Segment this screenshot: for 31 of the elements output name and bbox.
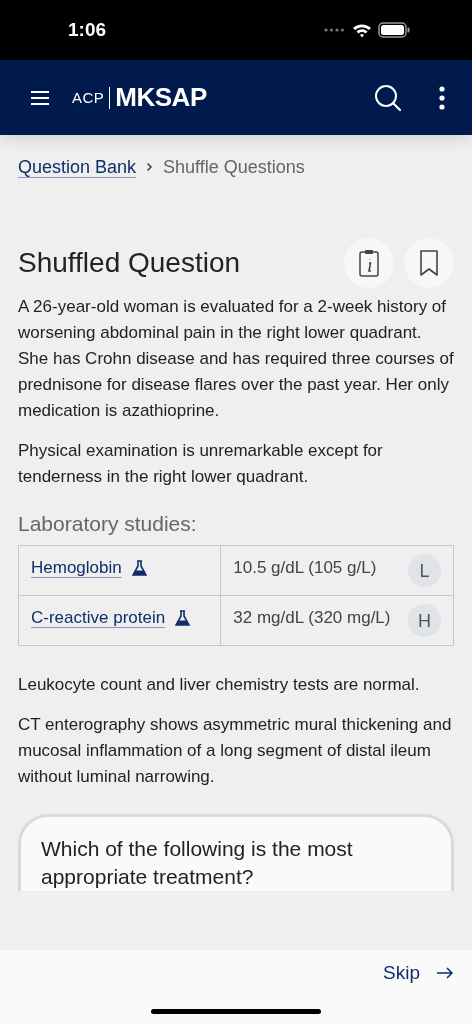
- lab-value: 10.5 g/dL (105 g/L): [233, 557, 377, 579]
- arrow-right-icon: [436, 967, 454, 979]
- menu-button[interactable]: [30, 89, 50, 106]
- breadcrumb-link[interactable]: Question Bank: [18, 156, 137, 178]
- clipboard-info-icon: [359, 249, 379, 277]
- lab-value: 32 mg/dL (320 mg/L): [233, 607, 391, 629]
- case-paragraph: A 26-year-old woman is evaluated for a 2-week history of worsening abdominal pain in the right lower quadrant. She has Crohn disease and has required three courses of prednisone for disease flares over the past year. Her only medication is azathioprine.: [18, 296, 454, 422]
- abnormal-flag: L: [408, 554, 441, 587]
- bookmark-button[interactable]: [404, 238, 454, 288]
- section-heading: Laboratory studies:: [18, 512, 198, 536]
- battery-icon: [378, 22, 410, 38]
- case-paragraph: Leukocyte count and liver chemistry tests are normal.: [18, 674, 421, 696]
- flask-icon[interactable]: [175, 610, 191, 626]
- search-button[interactable]: [374, 83, 402, 112]
- chevron-icon: [146, 162, 154, 172]
- skip-button[interactable]: Skip: [383, 962, 454, 984]
- more-options-button[interactable]: [438, 85, 446, 110]
- case-paragraph: CT enterography shows asymmetric mural thickening and mucosal inflammation of a long segment of distal ileum without luminal narrowing.: [18, 714, 453, 788]
- flask-icon[interactable]: [131, 560, 147, 576]
- wifi-icon: [352, 22, 372, 38]
- bookmark-icon: [419, 250, 439, 276]
- question-title: Shuffled Question: [18, 247, 242, 279]
- abnormal-flag: H: [408, 604, 441, 637]
- clock-time: 1:06: [68, 19, 107, 41]
- app-logo: MKSAP: [115, 82, 207, 113]
- signal-icon: [324, 28, 346, 32]
- case-paragraph: Physical examination is unremarkable except for tenderness in the right lower quadrant.: [18, 440, 384, 488]
- lab-values-button[interactable]: [344, 238, 394, 288]
- breadcrumb-current: Shuffle Questions: [163, 156, 305, 178]
- question-stem: Which of the following is the most appropriate treatment?: [41, 837, 353, 888]
- logo-prefix: ACP: [72, 89, 105, 106]
